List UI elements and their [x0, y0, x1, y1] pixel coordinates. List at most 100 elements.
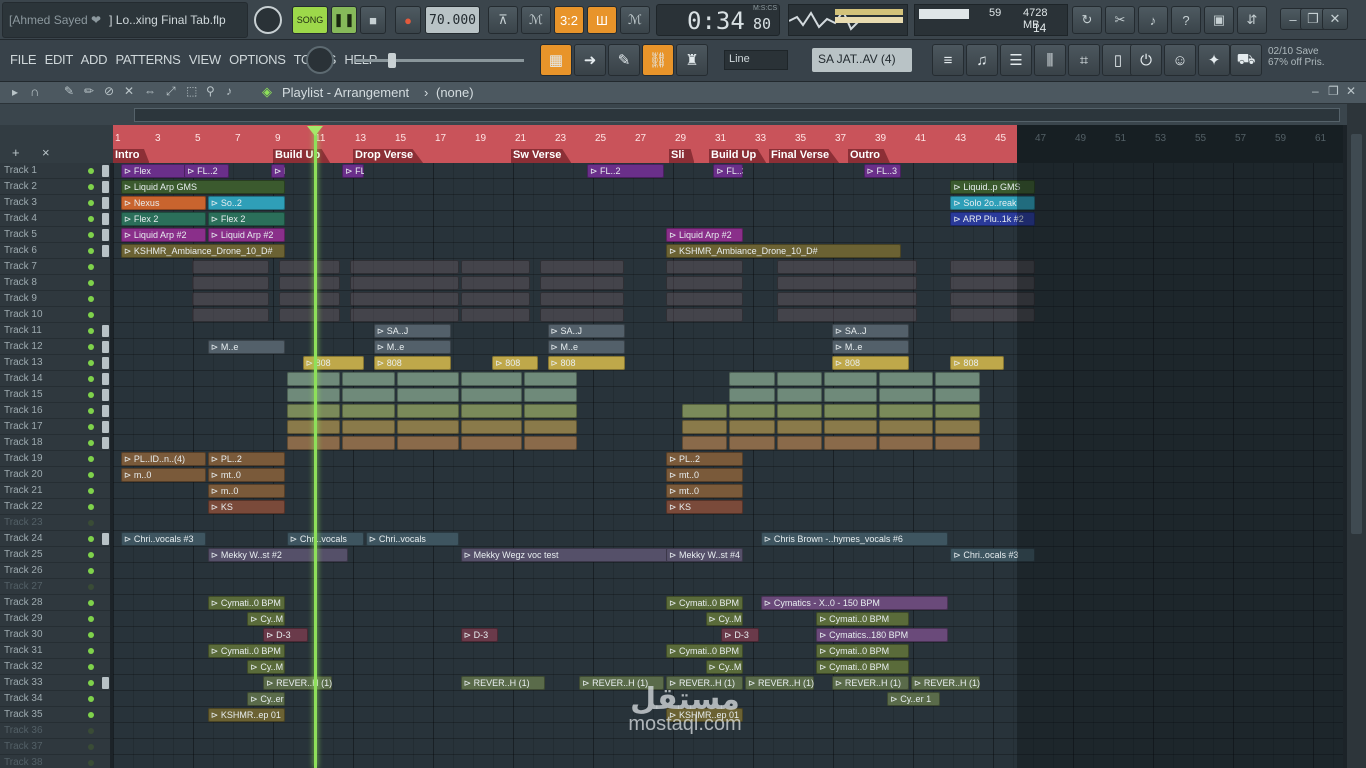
track-mute-led[interactable] — [88, 760, 94, 766]
cut-icon[interactable]: ✂ — [1105, 6, 1135, 34]
playlist-clip[interactable]: ⊳ M..e — [373, 340, 451, 354]
texture-clip[interactable] — [350, 308, 459, 322]
track-mute-led[interactable] — [88, 584, 94, 590]
playlist-clip[interactable]: ⊳ So..2 — [207, 196, 285, 210]
track-mute-led[interactable] — [88, 296, 94, 302]
record-button[interactable]: ● — [395, 6, 421, 34]
drum-pattern-clip[interactable] — [342, 436, 396, 450]
track-header[interactable]: Track 11 — [0, 323, 110, 339]
texture-clip[interactable] — [666, 292, 743, 306]
playlist-clip[interactable]: ⊳ 808 — [373, 356, 451, 370]
piano-icon[interactable]: ♫ — [966, 44, 998, 76]
track-mute-led[interactable] — [88, 344, 94, 350]
drum-pattern-clip[interactable] — [879, 404, 933, 418]
track-mute-led[interactable] — [88, 312, 94, 318]
slip-tool-icon[interactable]: ⇔ — [144, 84, 156, 98]
drum-pattern-clip[interactable] — [729, 404, 775, 418]
drum-pattern-clip[interactable] — [879, 388, 933, 402]
vertical-scrollbar[interactable] — [1347, 104, 1366, 768]
drum-pattern-clip[interactable] — [397, 388, 459, 402]
playlist-clip[interactable]: ⊳ D-3 — [263, 628, 309, 642]
playlist-clip[interactable]: ⊳ REVER..H (1) — [910, 676, 980, 690]
track-select-box[interactable] — [102, 341, 109, 353]
texture-clip[interactable] — [539, 292, 625, 306]
menu-file[interactable]: FILE — [10, 52, 37, 67]
playlist-clip[interactable]: ⊳ FL..3 — [713, 164, 743, 178]
track-header[interactable]: Track 33 — [0, 675, 110, 691]
track-select-box[interactable] — [102, 325, 109, 337]
menu-patterns[interactable]: PATTERNS — [115, 52, 180, 67]
playlist-clip[interactable]: ⊳ Cy..M — [705, 612, 743, 626]
section-marker[interactable]: Final Verse — [769, 149, 840, 163]
drum-pattern-clip[interactable] — [460, 420, 522, 434]
drum-pattern-clip[interactable] — [824, 372, 878, 386]
drum-pattern-clip[interactable] — [729, 436, 775, 450]
drum-pattern-clip[interactable] — [729, 420, 775, 434]
track-header[interactable]: Track 16 — [0, 403, 110, 419]
playlist-clip[interactable]: ⊳ Mekky W..st #2 — [207, 548, 348, 562]
playlist-clip[interactable]: ⊳ FL..3 — [342, 164, 364, 178]
playlist-clip[interactable]: ⊳ Chri..vocals — [286, 532, 364, 546]
track-header[interactable]: Track 27 — [0, 579, 110, 595]
drum-pattern-clip[interactable] — [776, 404, 822, 418]
playlist-clip[interactable]: ⊳ 808 — [302, 356, 364, 370]
track-header[interactable]: Track 25 — [0, 547, 110, 563]
playlist-clip[interactable]: ⊳ Cymati..0 BPM — [666, 644, 743, 658]
section-marker[interactable]: Sw Verse — [511, 149, 572, 163]
drum-pattern-clip[interactable] — [879, 420, 933, 434]
playlist-clip[interactable]: ⊳ D-3 — [460, 628, 499, 642]
track-header[interactable]: Track 3 — [0, 195, 110, 211]
drum-pattern-clip[interactable] — [523, 372, 578, 386]
track-header[interactable]: Track 2 — [0, 179, 110, 195]
playlist-clip[interactable]: ⊳ Flex 2 — [207, 212, 285, 226]
playlist-clip[interactable]: ⊳ REVER..H (1) — [831, 676, 909, 690]
brush-icon[interactable]: ✎ — [608, 44, 640, 76]
track-select-box[interactable] — [102, 229, 109, 241]
track-header[interactable]: Track 7 — [0, 259, 110, 275]
speaker-icon[interactable]: ♪ — [226, 84, 232, 98]
playlist-clip[interactable]: ⊳ Cymati..0 BPM — [666, 596, 743, 610]
pl-restore-button[interactable]: ❐ — [1328, 84, 1339, 98]
playlist-clip[interactable]: ⊳ M..e — [831, 340, 909, 354]
track-mute-led[interactable] — [88, 248, 94, 254]
playlist-clip[interactable]: ⊳ Cymati..0 BPM — [207, 596, 285, 610]
texture-clip[interactable] — [278, 276, 341, 290]
texture-clip[interactable] — [350, 292, 459, 306]
track-select-box[interactable] — [102, 437, 109, 449]
playlist-clip[interactable]: ⊳ m..0 — [207, 484, 285, 498]
track-select-box[interactable] — [102, 421, 109, 433]
playhead[interactable] — [314, 127, 317, 768]
playlist-clip[interactable]: ⊳ Cymati..0 BPM — [816, 644, 909, 658]
pitch-knob[interactable] — [254, 6, 282, 34]
next-arrow-icon[interactable]: ➜ — [574, 44, 606, 76]
pencil-tool-icon[interactable]: ✎ — [64, 84, 74, 98]
texture-clip[interactable] — [776, 308, 917, 322]
track-header[interactable]: Track 36 — [0, 723, 110, 739]
playlist-clip[interactable]: ⊳ Liquid Arp GMS — [120, 180, 285, 194]
track-select-box[interactable] — [102, 197, 109, 209]
playlist-clip[interactable]: ⊳ PL..ID..n..(4) — [120, 452, 206, 466]
texture-clip[interactable] — [776, 292, 917, 306]
zoom-tool-icon[interactable]: ⚲ — [206, 84, 215, 98]
playlist-clip[interactable]: ⊳ Liquid Arp #2 — [207, 228, 285, 242]
drum-pattern-clip[interactable] — [776, 420, 822, 434]
time-display[interactable]: 0:34 80 M:S:CS — [656, 4, 780, 36]
track-header[interactable]: Track 5 — [0, 227, 110, 243]
drum-pattern-clip[interactable] — [460, 372, 522, 386]
track-select-box[interactable] — [102, 181, 109, 193]
drum-pattern-clip[interactable] — [776, 372, 822, 386]
track-header[interactable]: Track 34 — [0, 691, 110, 707]
track-select-box[interactable] — [102, 389, 109, 401]
playlist-clip[interactable]: ⊳ 808 — [492, 356, 538, 370]
track-mute-led[interactable] — [88, 440, 94, 446]
mic-icon[interactable]: ♪ — [1138, 6, 1168, 34]
track-select-box[interactable] — [102, 213, 109, 225]
texture-clip[interactable] — [350, 276, 459, 290]
playlist-clip[interactable]: ⊳ mt..0 — [666, 484, 743, 498]
track-mute-led[interactable] — [88, 328, 94, 334]
track-mute-led[interactable] — [88, 472, 94, 478]
section-marker[interactable]: Outro — [848, 149, 890, 163]
texture-clip[interactable] — [278, 292, 341, 306]
texture-clip[interactable] — [278, 260, 341, 274]
drum-pattern-clip[interactable] — [523, 436, 578, 450]
